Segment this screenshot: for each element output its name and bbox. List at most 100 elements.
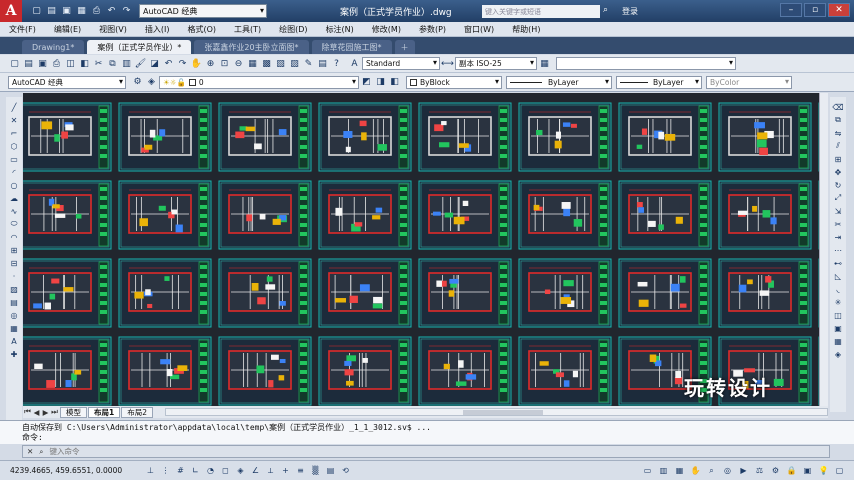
region-icon[interactable]: ◎ [8, 309, 20, 321]
menu-window[interactable]: 窗口(W) [455, 24, 503, 35]
scrollbar-thumb[interactable] [463, 410, 543, 415]
dyn-icon[interactable]: + [279, 464, 292, 477]
menu-dimension[interactable]: 标注(N) [317, 24, 363, 35]
preview-icon[interactable]: ◫ [64, 57, 77, 70]
layer-previous-icon[interactable]: ◨ [374, 76, 387, 89]
workspace-select[interactable]: AutoCAD 经典 ▾ [8, 75, 126, 89]
array-icon[interactable]: ⊞ [832, 153, 844, 165]
clean-screen-icon[interactable]: ▢ [833, 464, 846, 477]
layer-state-icon[interactable]: ◧ [388, 76, 401, 89]
new-icon[interactable]: ▢ [8, 57, 21, 70]
spline-icon[interactable]: ∿ [8, 205, 20, 217]
workspace-switch-icon[interactable]: ⚙ [769, 464, 782, 477]
table-style-select[interactable]: ▾ [556, 57, 736, 70]
infer-constraints-icon[interactable]: ⊥ [144, 464, 157, 477]
circle-icon[interactable]: ○ [8, 179, 20, 191]
plotstyle-select[interactable]: ByColor ▾ [706, 75, 792, 89]
hardware-acceleration-icon[interactable]: ▣ [801, 464, 814, 477]
design-center-icon[interactable]: ▩ [260, 57, 273, 70]
text-style-select[interactable]: Standard ▾ [362, 57, 440, 70]
construction-line-icon[interactable]: ✕ [8, 114, 20, 126]
pan-icon[interactable]: ✋ [190, 57, 203, 70]
ducs-icon[interactable]: ⟂ [264, 464, 277, 477]
insert-block-icon[interactable]: ⊞ [8, 244, 20, 256]
next-tab-icon[interactable]: ▶ [41, 408, 50, 417]
annotation-scale-icon[interactable]: ⚖ [753, 464, 766, 477]
polyline-icon[interactable]: ⌐ [8, 127, 20, 139]
rectangle-icon[interactable]: ▭ [8, 153, 20, 165]
file-tab-active[interactable]: 案例（正式学员作业）* [87, 40, 192, 54]
zoom-realtime-icon[interactable]: ⊕ [204, 57, 217, 70]
osnap-icon[interactable]: ◻ [219, 464, 232, 477]
multiline-text-icon[interactable]: A [8, 335, 20, 347]
tool-palettes-icon[interactable]: ▧ [274, 57, 287, 70]
search-icon[interactable]: ⌕ [603, 5, 617, 18]
erase-icon[interactable]: ⌫ [832, 101, 844, 113]
ortho-icon[interactable]: ∟ [189, 464, 202, 477]
arc-icon[interactable]: ◜ [8, 166, 20, 178]
undo-icon[interactable]: ↶ [162, 57, 175, 70]
print-icon[interactable]: ⎙ [50, 57, 63, 70]
extend-icon[interactable]: ⇥ [832, 231, 844, 243]
open-icon[interactable]: ▤ [45, 5, 58, 18]
file-tab[interactable]: Drawing1* [22, 40, 85, 54]
tab-layout2[interactable]: 布局2 [121, 406, 153, 418]
snap-mode-icon[interactable]: ⋮ [159, 464, 172, 477]
saveas-icon[interactable]: ▦ [75, 5, 88, 18]
drawing-canvas[interactable] [23, 93, 828, 406]
menu-parametric[interactable]: 参数(P) [410, 24, 455, 35]
horizontal-scrollbar[interactable] [165, 408, 828, 416]
quick-properties-icon[interactable]: ▤ [324, 464, 337, 477]
join-icon[interactable]: ⊷ [832, 257, 844, 269]
offset-icon[interactable]: ⫽ [832, 140, 844, 152]
menu-help[interactable]: 帮助(H) [503, 24, 549, 35]
chamfer-icon[interactable]: ◺ [832, 270, 844, 282]
last-tab-icon[interactable]: ⏭ [50, 407, 59, 417]
lineweight-select[interactable]: ByLayer ▾ [616, 75, 702, 89]
layers-icon[interactable]: ◈ [832, 348, 844, 360]
maximize-button[interactable]: ▫ [804, 3, 826, 17]
minimize-button[interactable]: – [780, 3, 802, 17]
sign-in-link[interactable]: 登录 [622, 6, 638, 17]
zoom-window-icon[interactable]: ⊡ [218, 57, 231, 70]
hatch-icon[interactable]: ▨ [8, 283, 20, 295]
lock-icon[interactable]: 🔒 [785, 464, 798, 477]
menu-insert[interactable]: 插入(I) [136, 24, 179, 35]
draw-order-icon[interactable]: ◫ [832, 309, 844, 321]
block-editor-icon[interactable]: ◪ [148, 57, 161, 70]
zoom-icon[interactable]: ⌕ [705, 464, 718, 477]
match-properties-icon[interactable]: 🖌 [134, 57, 147, 70]
sheet-set-icon[interactable]: ▨ [288, 57, 301, 70]
workspace-select[interactable]: AutoCAD 经典 ▾ [139, 4, 267, 18]
add-selected-icon[interactable]: ✚ [8, 348, 20, 360]
paper-space-icon[interactable]: ▭ [641, 464, 654, 477]
menu-format[interactable]: 格式(O) [178, 24, 225, 35]
menu-tools[interactable]: 工具(T) [225, 24, 270, 35]
redo-icon[interactable]: ↷ [176, 57, 189, 70]
zoom-previous-icon[interactable]: ⊖ [232, 57, 245, 70]
lineweight-icon[interactable]: ≡ [294, 464, 307, 477]
save-icon[interactable]: ▣ [60, 5, 73, 18]
line-icon[interactable]: ╱ [8, 101, 20, 113]
menu-modify[interactable]: 修改(M) [363, 24, 410, 35]
publish-icon[interactable]: ◧ [78, 57, 91, 70]
otrack-icon[interactable]: ∠ [249, 464, 262, 477]
command-input[interactable]: 键入命令 [50, 446, 80, 457]
copy-icon[interactable]: ⧉ [106, 57, 119, 70]
point-icon[interactable]: · [8, 270, 20, 282]
selection-cycling-icon[interactable]: ⟲ [339, 464, 352, 477]
properties-icon[interactable]: ▦ [832, 335, 844, 347]
properties-icon[interactable]: ▦ [246, 57, 259, 70]
pan-icon[interactable]: ✋ [689, 464, 702, 477]
quick-view-layouts-icon[interactable]: ▥ [657, 464, 670, 477]
quick-view-drawings-icon[interactable]: ▦ [673, 464, 686, 477]
revision-cloud-icon[interactable]: ☁ [8, 192, 20, 204]
tab-layout1[interactable]: 布局1 [88, 406, 121, 418]
undo-icon[interactable]: ↶ [105, 5, 118, 18]
mirror-icon[interactable]: ⇋ [832, 127, 844, 139]
isolate-objects-icon[interactable]: 💡 [817, 464, 830, 477]
new-tab-button[interactable]: ＋ [394, 40, 415, 54]
move-icon[interactable]: ✥ [832, 166, 844, 178]
trim-icon[interactable]: ✂ [832, 218, 844, 230]
print-icon[interactable]: ⎙ [90, 5, 103, 18]
